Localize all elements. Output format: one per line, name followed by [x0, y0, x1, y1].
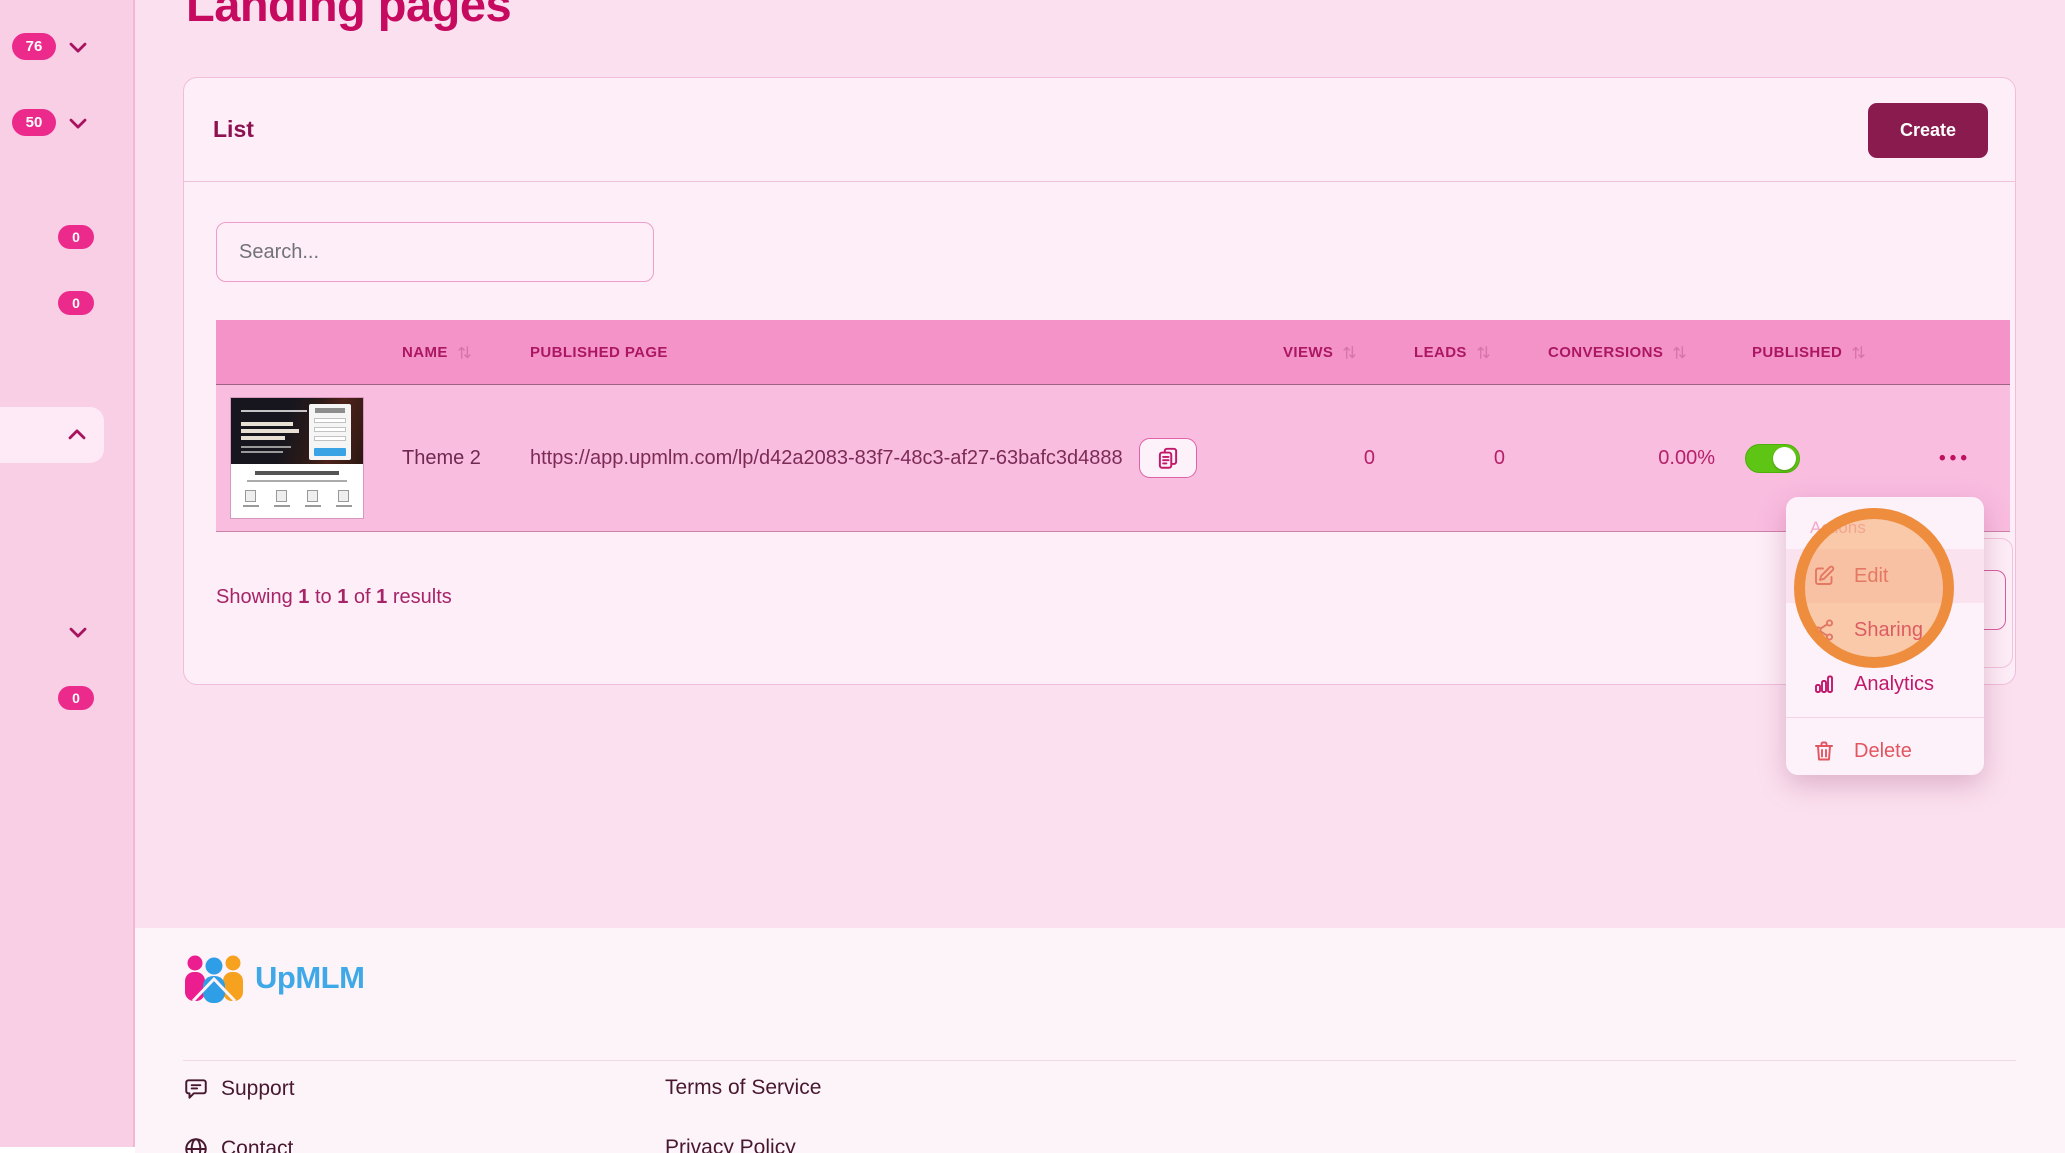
sort-icon[interactable] — [1341, 344, 1358, 361]
results-summary: Showing 1 to 1 of 1 results — [216, 586, 452, 609]
thumbnail-form — [309, 404, 351, 460]
footer — [135, 928, 2065, 1153]
brand-logo[interactable]: UpMLM — [183, 953, 364, 1003]
globe-icon — [183, 1136, 209, 1153]
footer-divider — [183, 1060, 2016, 1061]
copy-url-button[interactable] — [1139, 438, 1197, 478]
footer-link-privacy[interactable]: Privacy Policy — [665, 1136, 796, 1153]
search-input[interactable] — [216, 222, 654, 282]
chevron-down-icon[interactable] — [64, 618, 92, 646]
sidebar-item-active[interactable] — [0, 407, 104, 463]
views-cell: 0 — [1250, 447, 1390, 470]
sidebar-badge: 0 — [58, 291, 94, 315]
share-icon — [1812, 618, 1836, 642]
sort-icon[interactable] — [1475, 344, 1492, 361]
leads-cell: 0 — [1390, 447, 1520, 470]
footer-link-terms[interactable]: Terms of Service — [665, 1076, 821, 1100]
sidebar-badge: 76 — [12, 33, 56, 60]
upmlm-logo-icon — [183, 953, 245, 1003]
sort-icon[interactable] — [456, 344, 473, 361]
column-header-published[interactable]: PUBLISHED — [1730, 344, 1900, 361]
table-header-row: NAME PUBLISHED PAGE VIEWS LEADS CONVERSI… — [216, 320, 2010, 384]
landing-page-thumbnail[interactable] — [231, 398, 363, 518]
thumbnail-cell — [216, 398, 386, 518]
sort-icon[interactable] — [1671, 344, 1688, 361]
published-page-url: https://app.upmlm.com/lp/d42a2083-83f7-4… — [530, 447, 1123, 470]
column-header-published-page[interactable]: PUBLISHED PAGE — [516, 344, 1250, 361]
column-header-conversions[interactable]: CONVERSIONS — [1520, 344, 1730, 361]
chevron-down-icon[interactable] — [64, 109, 92, 137]
actions-cell: ••• — [1900, 449, 2010, 468]
brand-name: UpMLM — [255, 960, 364, 996]
landing-pages-table: NAME PUBLISHED PAGE VIEWS LEADS CONVERSI… — [216, 320, 2010, 532]
sidebar-badge: 0 — [58, 686, 94, 710]
actions-menu-header: Actions — [1786, 511, 1984, 549]
chevron-up-icon — [63, 421, 91, 449]
column-header-name[interactable]: NAME — [386, 344, 516, 361]
thumbnail-lower-section — [231, 464, 363, 518]
sort-icon[interactable] — [1850, 344, 1867, 361]
page-title: Landing pages — [186, 0, 511, 32]
toggle-knob — [1773, 447, 1796, 470]
chevron-down-icon[interactable] — [64, 33, 92, 61]
row-menu-ellipsis-button[interactable]: ••• — [1939, 449, 1971, 468]
menu-item-edit[interactable]: Edit — [1786, 549, 1984, 603]
menu-item-delete[interactable]: Delete — [1786, 724, 1984, 778]
analytics-icon — [1812, 672, 1836, 696]
name-cell: Theme 2 — [386, 447, 516, 470]
conversions-cell: 0.00% — [1520, 447, 1730, 470]
footer-link-contact[interactable]: Contact — [183, 1136, 293, 1153]
thumbnail-hero — [231, 398, 363, 464]
create-button[interactable]: Create — [1868, 103, 1988, 158]
sidebar-badge: 0 — [58, 225, 94, 249]
published-toggle[interactable] — [1745, 444, 1800, 473]
copy-icon — [1155, 445, 1181, 471]
trash-icon — [1812, 739, 1836, 763]
published-cell — [1730, 444, 1900, 473]
menu-divider — [1786, 717, 1984, 718]
chat-icon — [183, 1076, 209, 1102]
menu-item-analytics[interactable]: Analytics — [1786, 657, 1984, 711]
column-header-leads[interactable]: LEADS — [1390, 344, 1520, 361]
column-header-views[interactable]: VIEWS — [1250, 344, 1390, 361]
edit-icon — [1812, 564, 1836, 588]
card-title: List — [213, 116, 254, 143]
sidebar: 76 50 0 0 0 — [0, 0, 135, 1147]
footer-link-support[interactable]: Support — [183, 1076, 295, 1102]
menu-item-sharing[interactable]: Sharing — [1786, 603, 1984, 657]
published-page-cell: https://app.upmlm.com/lp/d42a2083-83f7-4… — [516, 438, 1250, 478]
actions-dropdown-menu: Actions Edit Sharing Analytics — [1786, 497, 1984, 775]
card-header-divider — [183, 181, 2016, 182]
table-row[interactable]: Theme 2 https://app.upmlm.com/lp/d42a208… — [216, 384, 2010, 532]
sidebar-badge: 50 — [12, 109, 56, 136]
